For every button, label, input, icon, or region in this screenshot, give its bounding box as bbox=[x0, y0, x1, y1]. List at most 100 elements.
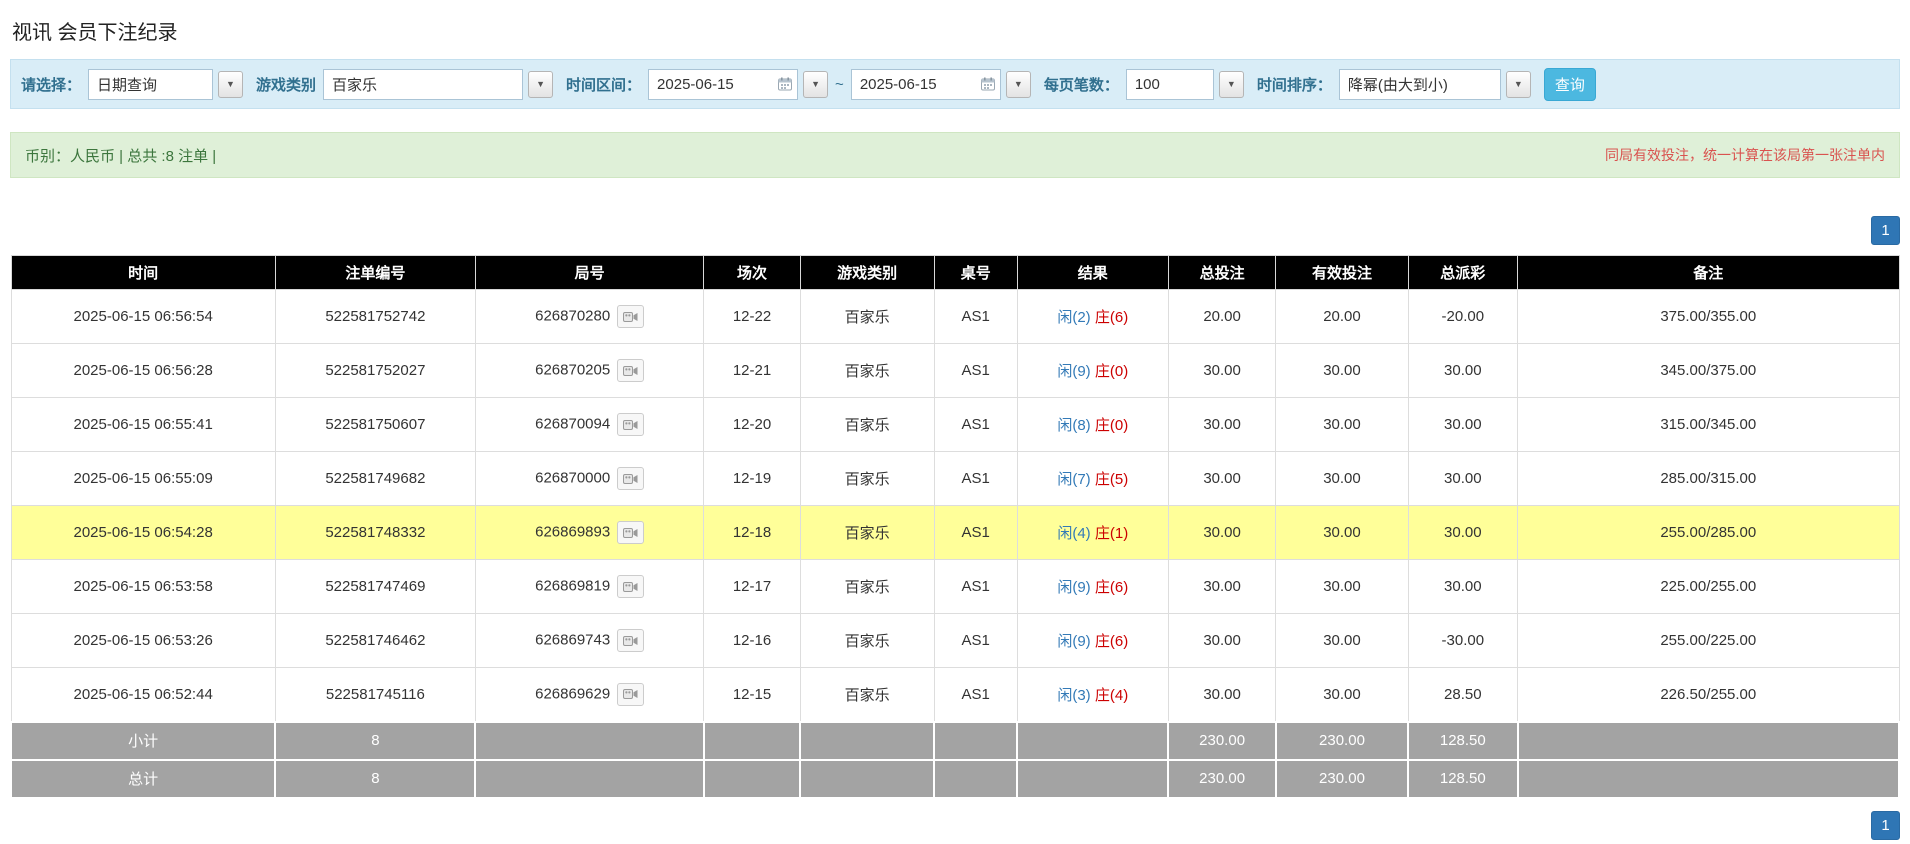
cell-time: 2025-06-15 06:53:26 bbox=[11, 614, 275, 668]
cell-total-bet[interactable]: 20.00 bbox=[1168, 290, 1276, 344]
empty-cell bbox=[1017, 722, 1168, 760]
replay-video-button[interactable] bbox=[617, 305, 644, 328]
table-row: 2025-06-15 06:53:58522581747469626869819… bbox=[11, 560, 1899, 614]
sort-input[interactable] bbox=[1339, 69, 1501, 100]
cell-valid-bet: 30.00 bbox=[1276, 344, 1408, 398]
chevron-down-icon: ▼ bbox=[1227, 79, 1236, 89]
search-button[interactable]: 查询 bbox=[1544, 68, 1596, 101]
date-from-input[interactable] bbox=[648, 69, 798, 100]
round-number: 626870000 bbox=[535, 469, 610, 486]
game-type-dropdown-button[interactable]: ▼ bbox=[528, 71, 553, 98]
cell-total-bet[interactable]: 30.00 bbox=[1168, 668, 1276, 722]
cell-valid-bet: 30.00 bbox=[1276, 614, 1408, 668]
pagination-bottom: 1 bbox=[10, 811, 1900, 840]
total-valid-bet: 230.00 bbox=[1276, 760, 1408, 798]
table-row: 2025-06-15 06:56:54522581752742626870280… bbox=[11, 290, 1899, 344]
result-banker: 庄(4) bbox=[1095, 687, 1128, 704]
cell-game-type: 百家乐 bbox=[800, 506, 934, 560]
cell-round: 626869743 bbox=[475, 614, 703, 668]
result-player: 闲(2) bbox=[1057, 309, 1090, 326]
total-total-bet: 230.00 bbox=[1168, 760, 1276, 798]
result-player: 闲(9) bbox=[1057, 579, 1090, 596]
cell-time: 2025-06-15 06:55:41 bbox=[11, 398, 275, 452]
cell-result: 闲(3) 庄(4) bbox=[1017, 668, 1168, 722]
date-range-label: 时间区间： bbox=[566, 74, 641, 95]
cell-remark: 315.00/345.00 bbox=[1518, 398, 1899, 452]
replay-video-button[interactable] bbox=[617, 629, 644, 652]
cell-table-no: AS1 bbox=[934, 290, 1017, 344]
page-1-button[interactable]: 1 bbox=[1871, 811, 1900, 840]
round-number: 626870094 bbox=[535, 415, 610, 432]
cell-remark: 285.00/315.00 bbox=[1518, 452, 1899, 506]
total-row: 总计8230.00230.00128.50 bbox=[11, 760, 1899, 798]
query-type-dropdown-button[interactable]: ▼ bbox=[218, 71, 243, 98]
date-to-input[interactable] bbox=[851, 69, 1001, 100]
result-player: 闲(3) bbox=[1057, 687, 1090, 704]
result-player: 闲(7) bbox=[1057, 471, 1090, 488]
cell-total-bet[interactable]: 30.00 bbox=[1168, 344, 1276, 398]
replay-video-button[interactable] bbox=[617, 575, 644, 598]
table-header: 时间注单编号局号场次游戏类别桌号结果总投注有效投注总派彩备注 bbox=[11, 256, 1899, 290]
round-number: 626869893 bbox=[535, 523, 610, 540]
video-icon bbox=[623, 311, 638, 323]
date-from-combo: ▼ bbox=[648, 69, 828, 100]
cell-remark: 255.00/285.00 bbox=[1518, 506, 1899, 560]
cell-total-bet[interactable]: 30.00 bbox=[1168, 614, 1276, 668]
page-size-input[interactable] bbox=[1126, 69, 1214, 100]
column-header: 有效投注 bbox=[1276, 256, 1408, 290]
cell-total-bet[interactable]: 30.00 bbox=[1168, 560, 1276, 614]
cell-session: 12-17 bbox=[704, 560, 800, 614]
replay-video-button[interactable] bbox=[617, 359, 644, 382]
cell-table-no: AS1 bbox=[934, 452, 1017, 506]
replay-video-button[interactable] bbox=[617, 683, 644, 706]
replay-video-button[interactable] bbox=[617, 521, 644, 544]
column-header: 注单编号 bbox=[275, 256, 475, 290]
cell-session: 12-22 bbox=[704, 290, 800, 344]
empty-cell bbox=[934, 722, 1017, 760]
chevron-down-icon: ▼ bbox=[1514, 79, 1523, 89]
select-label: 请选择： bbox=[21, 74, 81, 95]
result-player: 闲(4) bbox=[1057, 525, 1090, 542]
cell-valid-bet: 30.00 bbox=[1276, 452, 1408, 506]
cell-table-no: AS1 bbox=[934, 614, 1017, 668]
calendar-icon bbox=[778, 77, 792, 91]
cell-round: 626870205 bbox=[475, 344, 703, 398]
cell-table-no: AS1 bbox=[934, 398, 1017, 452]
cell-round: 626870094 bbox=[475, 398, 703, 452]
cell-time: 2025-06-15 06:56:54 bbox=[11, 290, 275, 344]
query-type-input[interactable] bbox=[88, 69, 213, 100]
cell-game-type: 百家乐 bbox=[800, 614, 934, 668]
game-type-input[interactable] bbox=[323, 69, 523, 100]
replay-video-button[interactable] bbox=[617, 467, 644, 490]
page-size-dropdown-button[interactable]: ▼ bbox=[1219, 71, 1244, 98]
cell-result: 闲(9) 庄(6) bbox=[1017, 614, 1168, 668]
cell-game-type: 百家乐 bbox=[800, 668, 934, 722]
cell-total-bet[interactable]: 30.00 bbox=[1168, 398, 1276, 452]
page-1-button[interactable]: 1 bbox=[1871, 216, 1900, 245]
pagination-top: 1 bbox=[10, 216, 1900, 245]
result-banker: 庄(0) bbox=[1095, 363, 1128, 380]
cell-game-type: 百家乐 bbox=[800, 398, 934, 452]
replay-video-button[interactable] bbox=[617, 413, 644, 436]
cell-session: 12-21 bbox=[704, 344, 800, 398]
cell-time: 2025-06-15 06:55:09 bbox=[11, 452, 275, 506]
round-number: 626869819 bbox=[535, 577, 610, 594]
cell-payout: 30.00 bbox=[1408, 452, 1518, 506]
total-count: 8 bbox=[275, 760, 475, 798]
cell-valid-bet: 30.00 bbox=[1276, 398, 1408, 452]
cell-valid-bet: 30.00 bbox=[1276, 668, 1408, 722]
cell-bet-id: 522581746462 bbox=[275, 614, 475, 668]
cell-table-no: AS1 bbox=[934, 668, 1017, 722]
date-to-dropdown-button[interactable]: ▼ bbox=[1006, 71, 1031, 98]
empty-cell bbox=[704, 722, 800, 760]
cell-total-bet[interactable]: 30.00 bbox=[1168, 452, 1276, 506]
date-from-dropdown-button[interactable]: ▼ bbox=[803, 71, 828, 98]
cell-valid-bet: 20.00 bbox=[1276, 290, 1408, 344]
table-row: 2025-06-15 06:55:09522581749682626870000… bbox=[11, 452, 1899, 506]
sort-dropdown-button[interactable]: ▼ bbox=[1506, 71, 1531, 98]
cell-total-bet[interactable]: 30.00 bbox=[1168, 506, 1276, 560]
cell-game-type: 百家乐 bbox=[800, 344, 934, 398]
subtotal-payout: 128.50 bbox=[1408, 722, 1518, 760]
cell-table-no: AS1 bbox=[934, 344, 1017, 398]
cell-result: 闲(8) 庄(0) bbox=[1017, 398, 1168, 452]
